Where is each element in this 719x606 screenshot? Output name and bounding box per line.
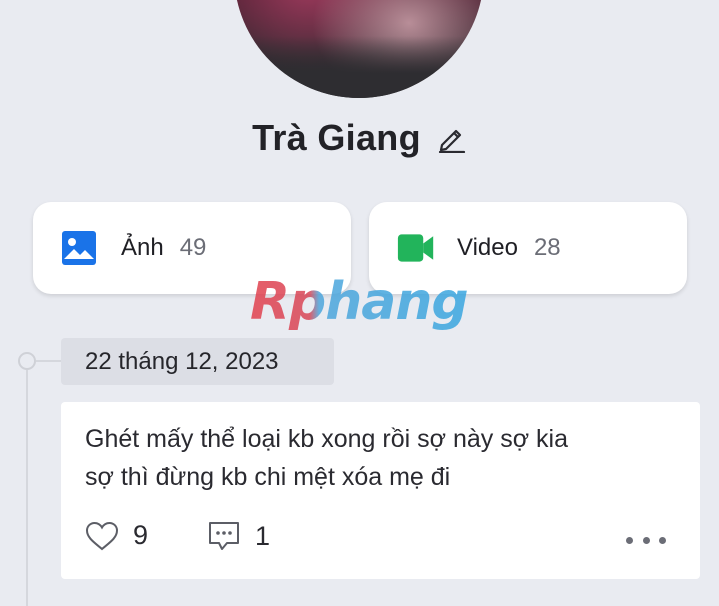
post-text: Ghét mấy thể loại kb xong rồi sợ này sợ … bbox=[85, 420, 675, 496]
watermark-logo: Rphang bbox=[250, 272, 480, 334]
heart-icon bbox=[85, 521, 119, 550]
timeline-line bbox=[26, 370, 28, 606]
comment-icon bbox=[209, 522, 239, 550]
comment-count: 1 bbox=[255, 520, 271, 551]
pencil-edit-icon[interactable] bbox=[437, 123, 467, 153]
timeline-dot bbox=[18, 352, 36, 370]
photos-count: 49 bbox=[179, 234, 207, 261]
timeline-post[interactable]: Ghét mấy thể loại kb xong rồi sợ này sợ … bbox=[61, 402, 700, 579]
photos-label: Ảnh bbox=[121, 234, 164, 261]
more-options-icon[interactable] bbox=[626, 531, 666, 549]
like-count: 9 bbox=[133, 520, 149, 550]
date-chip: 22 tháng 12, 2023 bbox=[61, 338, 334, 385]
videos-label: Video bbox=[457, 234, 518, 261]
videos-count: 28 bbox=[533, 234, 561, 261]
post-text-line: Ghét mấy thể loại kb xong rồi sợ này sợ … bbox=[85, 425, 569, 453]
comment-button[interactable]: 1 bbox=[207, 520, 270, 552]
profile-name: Trà Giang bbox=[252, 117, 421, 158]
post-text-line: sợ thì đừng kb chi mệt xóa mẹ đi bbox=[85, 463, 451, 491]
profile-avatar[interactable] bbox=[234, 0, 484, 98]
image-icon bbox=[61, 229, 99, 267]
profile-name-row: Trà Giang bbox=[0, 112, 719, 164]
video-camera-icon bbox=[397, 229, 435, 267]
timeline-connector bbox=[36, 360, 62, 362]
like-button[interactable]: 9 bbox=[85, 520, 148, 551]
